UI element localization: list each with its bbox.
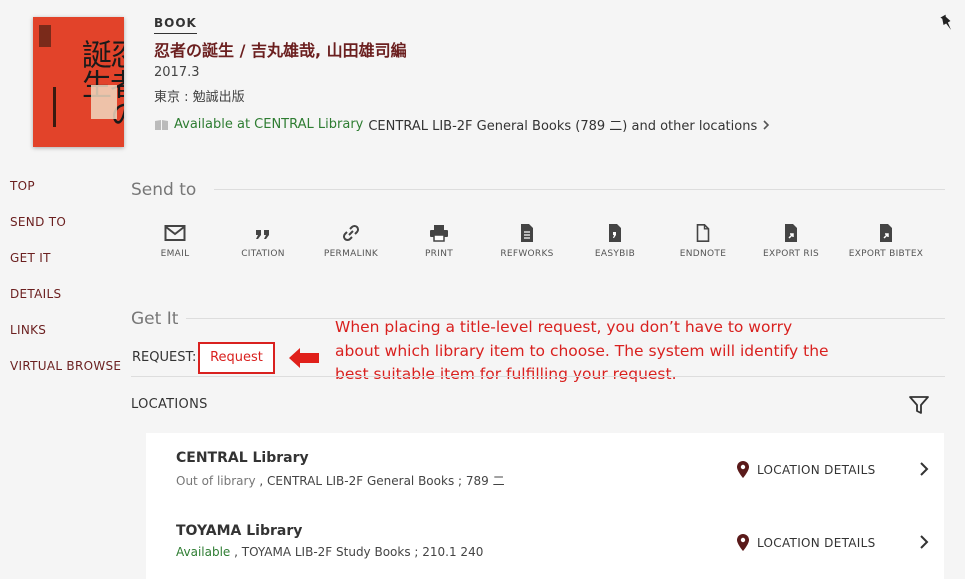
printer-icon (430, 225, 448, 242)
link-icon (342, 224, 360, 242)
nav-virtual-browse[interactable]: VIRTUAL BROWSE (10, 358, 121, 394)
chevron-right-icon (763, 119, 770, 130)
send-email-button[interactable]: EMAIL (131, 224, 219, 261)
divider (214, 189, 945, 190)
pin-icon[interactable] (939, 14, 955, 32)
send-export-ris-label: EXPORT RIS (763, 249, 819, 259)
request-label: REQUEST: (132, 350, 197, 365)
nav-send-to[interactable]: SEND TO (10, 214, 121, 250)
send-permalink-button[interactable]: PERMALINK (307, 224, 395, 261)
location-info: Available , TOYAMA LIB-2F Study Books ; … (176, 545, 483, 559)
cover-decoration (53, 87, 56, 127)
map-pin-icon (737, 461, 749, 478)
document-icon (521, 224, 533, 242)
email-icon (164, 225, 186, 241)
get-it-title: Get It (131, 309, 179, 329)
send-email-label: EMAIL (160, 249, 190, 259)
location-status: Out of library (176, 474, 256, 488)
book-open-icon (155, 119, 168, 130)
quote-icon (256, 230, 269, 239)
send-refworks-button[interactable]: REFWORKS (483, 224, 571, 261)
send-easybib-label: EASYBIB (594, 249, 636, 259)
arrow-left-icon (289, 348, 319, 368)
map-pin-icon (737, 534, 749, 551)
location-details-label: LOCATION DETAILS (757, 462, 876, 477)
export-icon (785, 224, 797, 242)
availability-status: Available at CENTRAL Library (174, 117, 364, 132)
nav-details[interactable]: DETAILS (10, 286, 121, 322)
locations-header: LOCATIONS (131, 397, 208, 412)
location-call-number: , CENTRAL LIB-2F General Books ; 789 二 (255, 474, 505, 488)
cover-decoration (39, 25, 51, 47)
location-info: Out of library , CENTRAL LIB-2F General … (176, 472, 505, 489)
section-nav: TOP SEND TO GET IT DETAILS LINKS VIRTUAL… (10, 178, 121, 394)
location-item[interactable]: TOYAMA Library Available , TOYAMA LIB-2F… (146, 506, 944, 579)
send-print-button[interactable]: PRINT (395, 224, 483, 261)
send-citation-label: CITATION (241, 249, 285, 259)
location-details-link[interactable]: LOCATION DETAILS (737, 534, 876, 551)
send-to-title: Send to (131, 180, 197, 200)
easybib-icon (609, 224, 621, 242)
book-cover-image[interactable]: 忍者の誕生 (33, 17, 124, 147)
send-citation-button[interactable]: CITATION (219, 224, 307, 261)
location-name: TOYAMA Library (176, 523, 303, 539)
send-print-label: PRINT (424, 249, 454, 259)
cover-decoration (91, 85, 117, 119)
send-refworks-label: REFWORKS (500, 249, 554, 259)
location-details-link[interactable]: LOCATION DETAILS (737, 461, 876, 478)
send-export-bibtex-label: EXPORT BIBTEX (848, 249, 924, 259)
nav-links[interactable]: LINKS (10, 322, 121, 358)
divider (131, 376, 945, 377)
record-title[interactable]: 忍者の誕生 / 吉丸雄哉, 山田雄司編 (154, 37, 407, 61)
location-item[interactable]: CENTRAL Library Out of library , CENTRAL… (146, 433, 944, 506)
send-endnote-button[interactable]: ENDNOTE (659, 224, 747, 261)
send-easybib-button[interactable]: EASYBIB (571, 224, 659, 261)
nav-get-it[interactable]: GET IT (10, 250, 121, 286)
location-status: Available (176, 545, 231, 559)
location-call-number: , TOYAMA LIB-2F Study Books ; 210.1 240 (230, 545, 484, 559)
record-type: BOOK (154, 16, 197, 34)
request-button[interactable]: Request (198, 342, 275, 374)
nav-top[interactable]: TOP (10, 178, 121, 214)
export-icon (880, 224, 892, 242)
send-export-bibtex-button[interactable]: EXPORT BIBTEX (842, 224, 930, 261)
availability-location: CENTRAL LIB-2F General Books (789 二) and… (368, 119, 758, 134)
send-export-ris-button[interactable]: EXPORT RIS (747, 224, 835, 261)
file-icon (696, 224, 710, 242)
record-publisher: 東京 : 勉誠出版 (154, 90, 245, 105)
record-date: 2017.3 (154, 65, 200, 80)
chevron-right-icon[interactable] (919, 461, 929, 477)
location-details-label: LOCATION DETAILS (757, 535, 876, 550)
chevron-right-icon[interactable] (919, 534, 929, 550)
send-endnote-label: ENDNOTE (679, 249, 727, 259)
availability-line[interactable]: Available at CENTRAL Library CENTRAL LIB… (154, 115, 770, 134)
filter-icon[interactable] (908, 394, 930, 416)
send-permalink-label: PERMALINK (323, 249, 379, 259)
location-name: CENTRAL Library (176, 450, 309, 466)
